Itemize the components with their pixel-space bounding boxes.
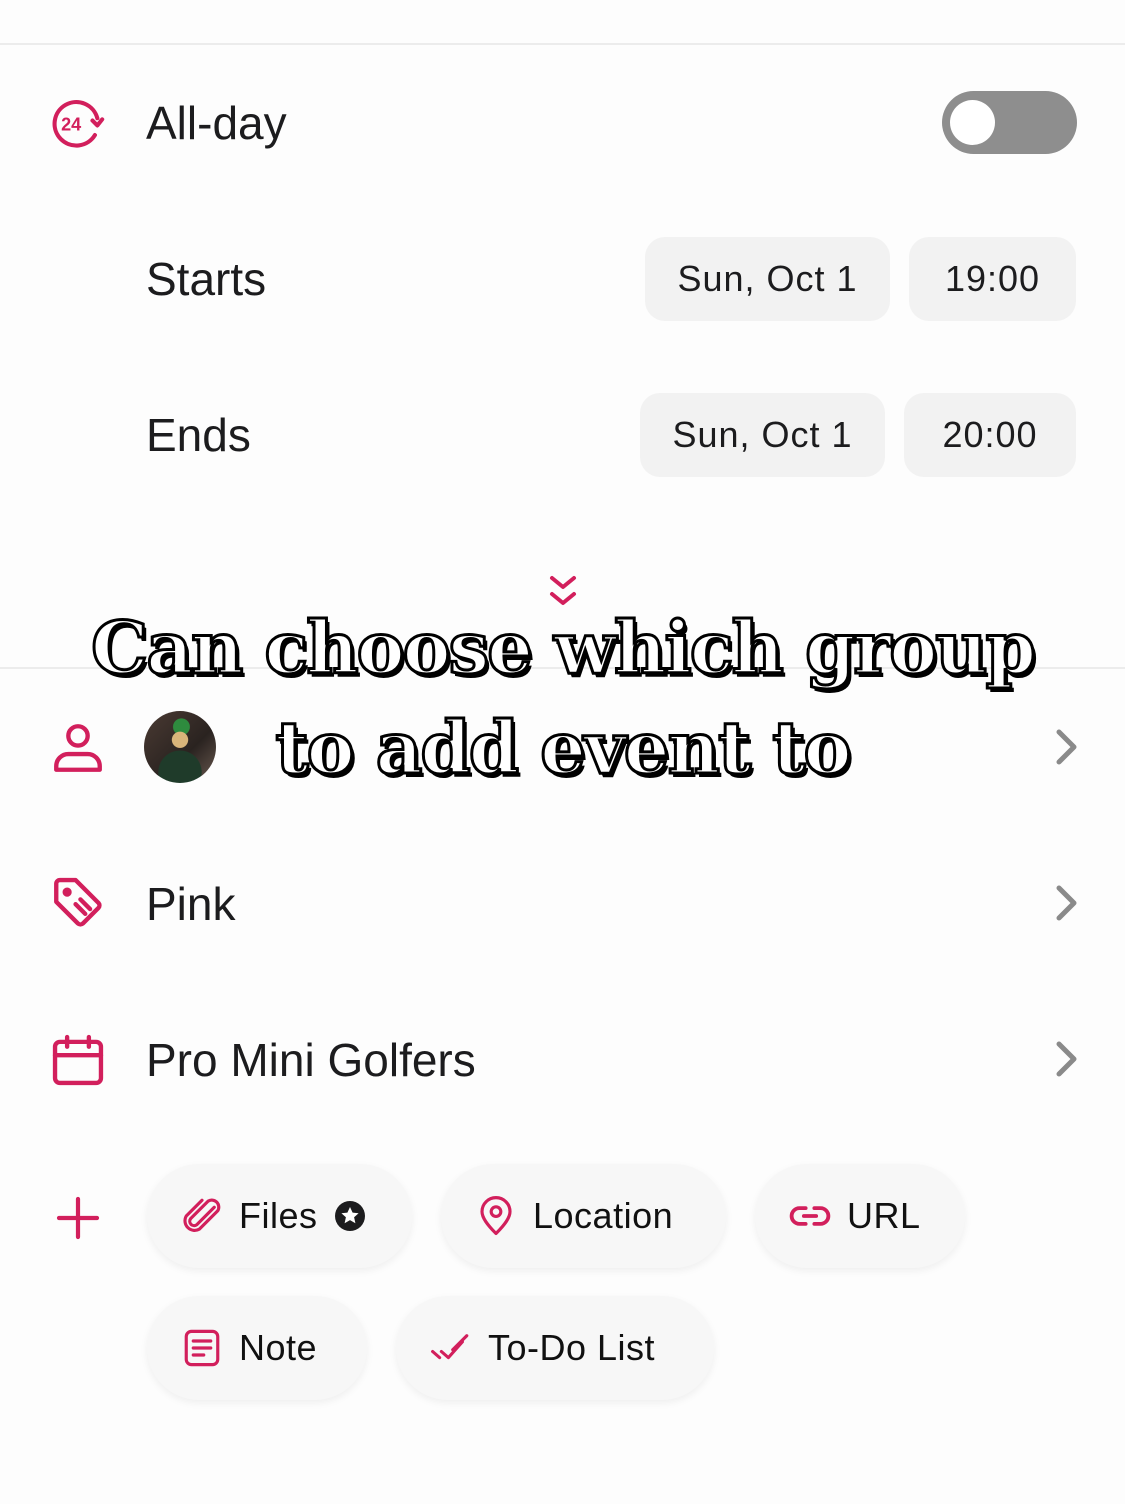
paperclip-icon bbox=[183, 1198, 221, 1232]
start-date-button[interactable]: Sun, Oct 1 bbox=[645, 237, 890, 321]
calendar-label: Pro Mini Golfers bbox=[146, 1034, 476, 1086]
todo-list-chip[interactable]: To-Do List bbox=[396, 1296, 714, 1400]
note-label: Note bbox=[239, 1327, 318, 1368]
all-day-label: All-day bbox=[146, 97, 287, 149]
starts-label: Starts bbox=[146, 253, 267, 305]
24-hour-icon: 24 bbox=[48, 93, 108, 153]
chevron-right-icon[interactable] bbox=[1050, 1037, 1082, 1081]
tag-icon bbox=[48, 873, 108, 933]
tag-label: Pink bbox=[146, 878, 236, 930]
todo-list-label: To-Do List bbox=[488, 1327, 656, 1368]
files-label: Files bbox=[239, 1195, 318, 1236]
note-chip[interactable]: Note bbox=[147, 1296, 367, 1400]
caption-line-2: to add event to bbox=[274, 705, 853, 790]
plus-icon bbox=[56, 1196, 100, 1240]
url-chip[interactable]: URL bbox=[755, 1164, 965, 1268]
link-icon bbox=[789, 1206, 831, 1226]
caption-line-1: Can choose which group bbox=[90, 605, 1038, 690]
toggle-knob bbox=[950, 100, 995, 145]
location-chip[interactable]: Location bbox=[441, 1164, 726, 1268]
location-label: Location bbox=[533, 1195, 674, 1236]
end-time-button[interactable]: 20:00 bbox=[904, 393, 1076, 477]
chevron-right-icon[interactable] bbox=[1050, 881, 1082, 925]
files-chip[interactable]: Files bbox=[147, 1164, 412, 1268]
note-icon bbox=[184, 1329, 220, 1367]
double-check-icon bbox=[431, 1334, 469, 1360]
location-pin-icon bbox=[480, 1196, 512, 1236]
url-label: URL bbox=[847, 1195, 921, 1236]
all-day-toggle[interactable] bbox=[942, 91, 1077, 154]
top-divider bbox=[0, 43, 1125, 45]
calendar-icon bbox=[48, 1030, 108, 1090]
ends-label: Ends bbox=[146, 409, 251, 461]
svg-text:24: 24 bbox=[61, 114, 81, 134]
end-date-button[interactable]: Sun, Oct 1 bbox=[640, 393, 885, 477]
start-time-button[interactable]: 19:00 bbox=[909, 237, 1076, 321]
premium-star-icon bbox=[334, 1201, 365, 1231]
